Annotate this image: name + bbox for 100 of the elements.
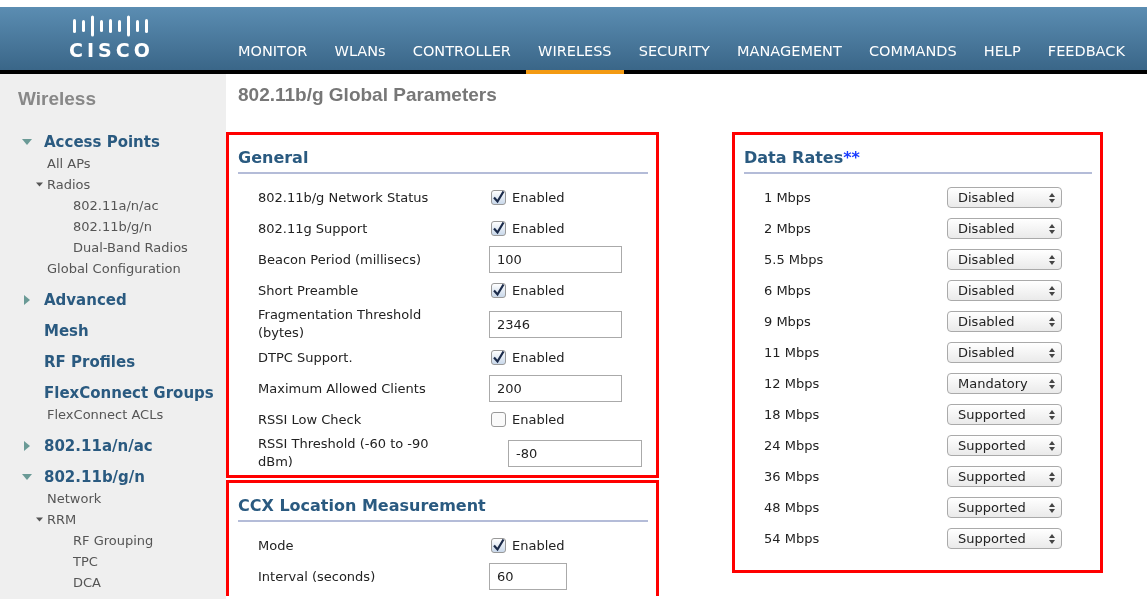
rate-select[interactable]: Disabled	[947, 280, 1062, 301]
updown-caret-icon	[1049, 440, 1055, 451]
sidebar-item[interactable]: 802.11a/n/ac	[73, 198, 159, 213]
checkbox[interactable]	[491, 221, 506, 236]
rate-label: 12 Mbps	[764, 376, 821, 391]
updown-caret-icon	[1049, 254, 1055, 265]
rate-select[interactable]: Disabled	[947, 218, 1062, 239]
updown-caret-icon	[1049, 223, 1055, 234]
rate-select[interactable]: Supported	[947, 466, 1062, 487]
rate-select[interactable]: Disabled	[947, 249, 1062, 270]
input-field[interactable]: 2346	[489, 310, 622, 338]
sidebar-item[interactable]: FlexConnect ACLs	[47, 407, 164, 422]
checkbox[interactable]	[491, 190, 506, 205]
checkbox-label: Enabled	[512, 283, 565, 298]
rate-select[interactable]: Supported	[947, 497, 1062, 518]
updown-caret-icon	[1049, 471, 1055, 482]
checkbox[interactable]	[491, 283, 506, 298]
rate-select[interactable]: Supported	[947, 404, 1062, 425]
collapsed-arrow-icon[interactable]	[21, 295, 32, 305]
rate-label: 18 Mbps	[764, 407, 821, 422]
field-label: Fragmentation Threshold (bytes)	[258, 306, 423, 342]
sidebar-item[interactable]: Network	[47, 491, 102, 506]
sidebar-item[interactable]: RF Grouping	[73, 533, 154, 548]
section-title: Data Rates**	[744, 148, 1092, 174]
page-title: 802.11b/g Global Parameters	[238, 84, 498, 106]
nav-tab[interactable]: WIRELESS	[526, 43, 624, 74]
rate-select[interactable]: Supported	[947, 435, 1062, 456]
field-label: Short Preamble	[258, 281, 360, 300]
sidebar-item[interactable]: TPC	[73, 554, 98, 569]
nav-tab[interactable]: MONITOR	[226, 43, 320, 74]
checkbox-label: Enabled	[512, 412, 565, 427]
field-label: DTPC Support.	[258, 348, 354, 367]
checkbox[interactable]	[491, 350, 506, 365]
nav-tab[interactable]: MANAGEMENT	[725, 43, 854, 74]
field-label: 802.11g Support	[258, 219, 369, 238]
field-label: Maximum Allowed Clients	[258, 379, 427, 398]
checkbox-label: Enabled	[512, 538, 565, 553]
checkbox[interactable]	[491, 538, 506, 553]
rate-label: 6 Mbps	[764, 283, 812, 298]
rate-label: 24 Mbps	[764, 438, 821, 453]
expanded-arrow-icon[interactable]	[21, 137, 32, 147]
input-field[interactable]: 60	[489, 563, 567, 590]
field-label: 802.11b/g Network Status	[258, 188, 430, 207]
sidebar-title: Wireless	[18, 88, 97, 110]
updown-caret-icon	[1049, 316, 1055, 327]
rate-select[interactable]: Supported	[947, 528, 1062, 549]
rate-label: 48 Mbps	[764, 500, 821, 515]
rate-label: 11 Mbps	[764, 345, 821, 360]
field-label: RSSI Low Check	[258, 410, 363, 429]
input-field[interactable]: 100	[489, 246, 622, 273]
rate-label: 1 Mbps	[764, 190, 812, 205]
sidebar-item[interactable]: FlexConnect Groups	[44, 384, 214, 402]
sidebar-item[interactable]: Global Configuration	[47, 261, 181, 276]
updown-caret-icon	[1049, 533, 1055, 544]
sidebar-item[interactable]: RF Profiles	[44, 353, 136, 371]
checkbox-label: Enabled	[512, 350, 565, 365]
sidebar-item[interactable]: 802.11b/g/n	[44, 468, 145, 486]
updown-caret-icon	[1049, 502, 1055, 513]
rate-label: 5.5 Mbps	[764, 252, 825, 267]
sidebar-item[interactable]: Advanced	[44, 291, 127, 309]
field-label: Beacon Period (millisecs)	[258, 250, 422, 269]
sidebar-item[interactable]: 802.11b/g/n	[73, 219, 152, 234]
sidebar-item[interactable]: RRM	[47, 512, 77, 527]
field-label: RSSI Threshold (-60 to -90 dBm)	[258, 435, 430, 471]
field-label: Mode	[258, 536, 295, 555]
rate-label: 36 Mbps	[764, 469, 821, 484]
sidebar-item[interactable]: Mesh	[44, 322, 89, 340]
rate-label: 9 Mbps	[764, 314, 812, 329]
sidebar-item[interactable]: Access Points	[44, 133, 160, 151]
nav-tab[interactable]: SECURITY	[626, 43, 722, 74]
updown-caret-icon	[1049, 285, 1055, 296]
updown-caret-icon	[1049, 192, 1055, 203]
sidebar-item[interactable]: 802.11a/n/ac	[44, 437, 153, 455]
section-title: CCX Location Measurement	[238, 496, 648, 522]
collapsed-arrow-icon[interactable]	[21, 441, 32, 451]
sidebar-item[interactable]: All APs	[47, 156, 91, 171]
rate-select[interactable]: Disabled	[947, 342, 1062, 363]
input-field[interactable]: 200	[489, 375, 622, 402]
input-field[interactable]: -80	[508, 439, 642, 467]
updown-caret-icon	[1049, 347, 1055, 358]
rate-label: 54 Mbps	[764, 531, 821, 546]
updown-caret-icon	[1049, 378, 1055, 389]
rate-select[interactable]: Disabled	[947, 187, 1062, 208]
rate-select[interactable]: Mandatory	[947, 373, 1062, 394]
nav-tab[interactable]: COMMANDS	[856, 43, 969, 74]
field-label: Interval (seconds)	[258, 567, 377, 586]
nav-tab[interactable]: HELP	[971, 43, 1033, 74]
nav-tab[interactable]: WLANs	[322, 43, 398, 74]
checkbox[interactable]	[491, 412, 506, 427]
rate-select[interactable]: Disabled	[947, 311, 1062, 332]
expanded-arrow-icon[interactable]	[36, 516, 43, 523]
sidebar-item[interactable]: Dual-Band Radios	[73, 240, 188, 255]
checkbox-label: Enabled	[512, 190, 565, 205]
nav-tab[interactable]: CONTROLLER	[400, 43, 523, 74]
expanded-arrow-icon[interactable]	[36, 181, 43, 188]
nav-tab[interactable]: FEEDBACK	[1035, 43, 1137, 74]
sidebar-item[interactable]: Radios	[47, 177, 91, 192]
expanded-arrow-icon[interactable]	[21, 472, 32, 482]
updown-caret-icon	[1049, 409, 1055, 420]
sidebar-item[interactable]: DCA	[73, 575, 101, 590]
